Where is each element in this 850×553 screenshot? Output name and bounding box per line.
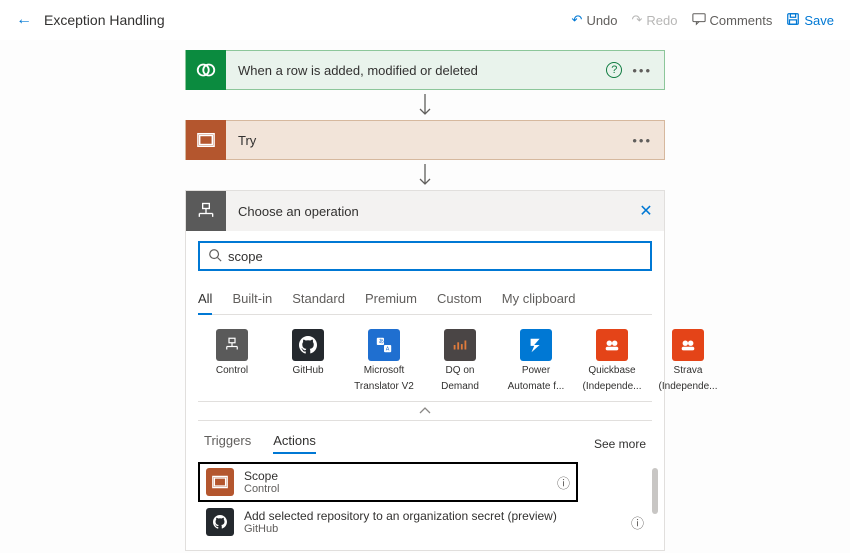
- connector-label: Quickbase: [582, 365, 642, 377]
- tab-actions[interactable]: Actions: [273, 433, 316, 454]
- connector-grid: Control GitHub あA Microsoft Translator V…: [198, 315, 652, 401]
- tab-builtin[interactable]: Built-in: [232, 285, 272, 314]
- dataverse-icon: [186, 50, 226, 90]
- control-icon: [216, 329, 248, 361]
- collapse-toggle[interactable]: [198, 401, 652, 421]
- undo-icon: ↶: [572, 12, 583, 28]
- connector-sublabel: Demand: [430, 381, 490, 393]
- undo-button[interactable]: ↶ Undo: [572, 12, 618, 28]
- dq-icon: [444, 329, 476, 361]
- scope-icon: [206, 468, 234, 496]
- try-scope-card[interactable]: Try •••: [185, 120, 665, 160]
- redo-label: Redo: [646, 13, 677, 28]
- panel-title: Choose an operation: [226, 204, 628, 219]
- tab-custom[interactable]: Custom: [437, 285, 482, 314]
- connector-dqondemand[interactable]: DQ on Demand: [430, 329, 490, 393]
- connector-sublabel: (Independe...: [658, 381, 718, 393]
- connector-label: DQ on: [430, 365, 490, 377]
- scrollbar-thumb[interactable]: [652, 468, 658, 514]
- result-github-secret[interactable]: Add selected repository to an organizati…: [198, 502, 652, 542]
- connector-label: Power: [506, 365, 566, 377]
- connector-label: GitHub: [278, 365, 338, 377]
- scrollbar[interactable]: [650, 462, 658, 550]
- search-icon: [208, 248, 222, 265]
- connector-sublabel: Translator V2: [354, 381, 414, 393]
- category-tabs: All Built-in Standard Premium Custom My …: [198, 285, 652, 315]
- scope-icon: [186, 120, 226, 160]
- svg-text:あ: あ: [379, 338, 384, 345]
- result-title: Scope: [244, 469, 279, 483]
- connector-powerautomate[interactable]: Power Automate f...: [506, 329, 566, 393]
- translator-icon: あA: [368, 329, 400, 361]
- flow-canvas: When a row is added, modified or deleted…: [185, 50, 665, 551]
- powerautomate-icon: [520, 329, 552, 361]
- result-subtitle: GitHub: [244, 523, 557, 535]
- quickbase-icon: [596, 329, 628, 361]
- flow-arrow: [185, 160, 665, 190]
- info-icon[interactable]: ⓘ: [631, 513, 644, 532]
- operation-picker-panel: Choose an operation ✕ All Built-in Stand…: [185, 190, 665, 551]
- flow-arrow: [185, 90, 665, 120]
- save-label: Save: [804, 13, 834, 28]
- results-list: Scope Control ⓘ Add selected repository …: [198, 462, 652, 550]
- back-arrow-icon[interactable]: ←: [16, 11, 32, 29]
- tab-all[interactable]: All: [198, 285, 212, 314]
- try-title: Try: [226, 133, 632, 148]
- github-icon: [206, 508, 234, 536]
- panel-icon: [186, 191, 226, 231]
- connector-quickbase[interactable]: Quickbase (Independe...: [582, 329, 642, 393]
- result-scope[interactable]: Scope Control ⓘ: [198, 462, 578, 502]
- redo-button: ↷ Redo: [632, 12, 678, 28]
- result-title: Add selected repository to an organizati…: [244, 509, 557, 523]
- panel-header: Choose an operation ✕: [186, 191, 664, 231]
- info-icon[interactable]: ⓘ: [557, 473, 570, 492]
- tab-premium[interactable]: Premium: [365, 285, 417, 314]
- comments-label: Comments: [710, 13, 773, 28]
- redo-icon: ↷: [632, 12, 643, 28]
- save-button[interactable]: Save: [786, 12, 834, 29]
- tab-triggers[interactable]: Triggers: [204, 433, 251, 454]
- connector-sublabel: Automate f...: [506, 381, 566, 393]
- tab-clipboard[interactable]: My clipboard: [502, 285, 576, 314]
- undo-label: Undo: [586, 13, 617, 28]
- strava-icon: [672, 329, 704, 361]
- svg-text:A: A: [386, 346, 390, 352]
- result-tabs: Triggers Actions See more: [198, 421, 652, 462]
- close-icon[interactable]: ✕: [628, 201, 664, 221]
- tab-standard[interactable]: Standard: [292, 285, 345, 314]
- comments-button[interactable]: Comments: [692, 12, 773, 29]
- flow-title: Exception Handling: [44, 12, 165, 28]
- github-icon: [292, 329, 324, 361]
- save-icon: [786, 12, 800, 29]
- connector-github[interactable]: GitHub: [278, 329, 338, 393]
- see-more-link[interactable]: See more: [594, 437, 646, 451]
- help-icon[interactable]: ?: [606, 62, 622, 78]
- connector-translator[interactable]: あA Microsoft Translator V2: [354, 329, 414, 393]
- search-input[interactable]: [228, 249, 642, 264]
- connector-label: Strava: [658, 365, 718, 377]
- connector-label: Microsoft: [354, 365, 414, 377]
- connector-label: Control: [202, 365, 262, 377]
- connector-control[interactable]: Control: [202, 329, 262, 393]
- more-icon[interactable]: •••: [632, 63, 652, 78]
- comment-icon: [692, 12, 706, 29]
- connector-strava[interactable]: Strava (Independe...: [658, 329, 718, 393]
- trigger-card[interactable]: When a row is added, modified or deleted…: [185, 50, 665, 90]
- result-subtitle: Control: [244, 483, 279, 495]
- more-icon[interactable]: •••: [632, 133, 652, 148]
- search-box[interactable]: [198, 241, 652, 271]
- connector-sublabel: (Independe...: [582, 381, 642, 393]
- trigger-title: When a row is added, modified or deleted: [226, 63, 606, 78]
- topbar: ← Exception Handling ↶ Undo ↷ Redo Comme…: [0, 0, 850, 40]
